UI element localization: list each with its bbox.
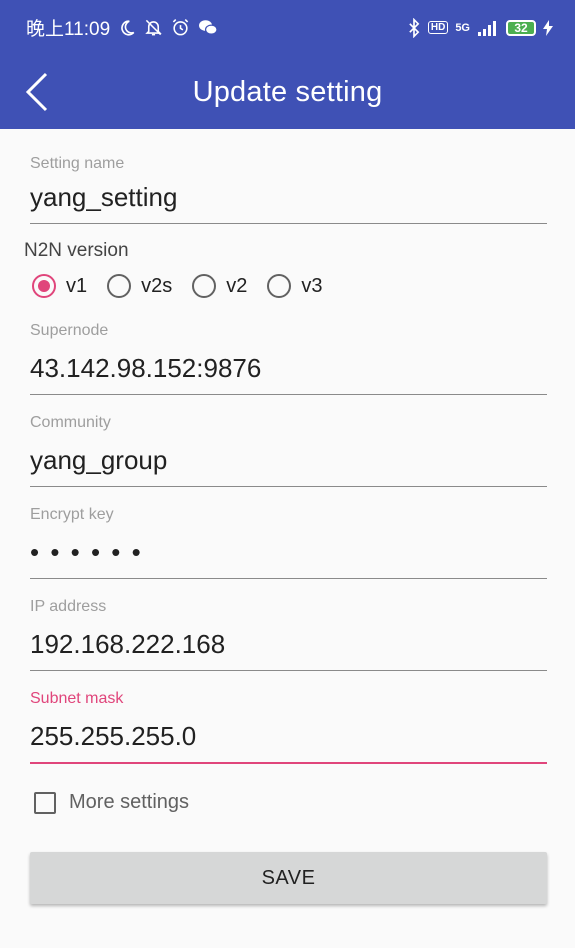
radio-circle-v1 — [32, 274, 56, 298]
setting-name-label: Setting name — [30, 155, 125, 172]
subnet-mask-input[interactable]: 255.255.255.0 — [30, 721, 547, 764]
ip-address-label: IP address — [30, 598, 107, 615]
encrypt-key-input[interactable]: • • • • • • — [30, 537, 547, 579]
status-right: HD 5G 32 — [407, 17, 553, 38]
radio-circle-v3 — [267, 274, 292, 298]
encrypt-key-label: Encrypt key — [30, 506, 114, 523]
n2n-version-label: N2N version — [24, 240, 129, 261]
radio-v2s[interactable]: v2s — [107, 274, 172, 298]
alarm-clock-icon — [171, 18, 190, 37]
community-label: Community — [30, 414, 111, 431]
bluetooth-icon — [407, 17, 421, 38]
radio-circle-v2 — [192, 274, 217, 298]
radio-label-v2s: v2s — [141, 274, 173, 297]
chevron-left-icon — [25, 72, 48, 112]
radio-label-v3: v3 — [301, 274, 323, 297]
ip-address-input[interactable]: 192.168.222.168 — [30, 629, 547, 671]
signal-icon — [477, 20, 499, 36]
n2n-version-radio-group: v1 v2s v2 v3 — [32, 274, 343, 298]
community-field[interactable]: Community yang_group — [30, 414, 547, 487]
radio-circle-v2s — [107, 274, 132, 298]
setting-name-input[interactable]: yang_setting — [30, 182, 547, 224]
community-input[interactable]: yang_group — [30, 445, 547, 487]
radio-label-v1: v1 — [66, 274, 88, 297]
charging-icon — [543, 19, 553, 36]
status-bar: 晚上11:09 HD 5G 32 — [0, 0, 575, 55]
encrypt-key-field[interactable]: Encrypt key • • • • • • — [30, 506, 547, 579]
status-left: 晚上11:09 — [26, 14, 218, 41]
radio-v2[interactable]: v2 — [192, 274, 247, 298]
hd-badge: HD — [427, 21, 449, 34]
radio-v3[interactable]: v3 — [267, 274, 323, 298]
subnet-mask-label: Subnet mask — [30, 690, 124, 707]
more-settings-row[interactable]: More settings — [34, 791, 189, 814]
bell-off-icon — [144, 18, 163, 37]
app-bar: Update setting — [0, 55, 575, 129]
status-time: 晚上11:09 — [26, 19, 111, 40]
setting-name-field[interactable]: Setting name yang_setting — [30, 155, 547, 224]
supernode-input[interactable]: 43.142.98.152:9876 — [30, 353, 547, 395]
subnet-mask-field[interactable]: Subnet mask 255.255.255.0 — [30, 690, 547, 764]
moon-icon — [118, 19, 136, 37]
radio-label-v2: v2 — [226, 274, 248, 297]
supernode-field[interactable]: Supernode 43.142.98.152:9876 — [30, 322, 547, 395]
more-settings-checkbox[interactable] — [34, 791, 56, 814]
back-button[interactable] — [14, 69, 60, 115]
network-type: 5G — [455, 21, 470, 34]
battery-icon: 32 — [506, 19, 536, 36]
radio-v1[interactable]: v1 — [32, 274, 87, 298]
wechat-icon — [198, 19, 218, 37]
ip-address-field[interactable]: IP address 192.168.222.168 — [30, 598, 547, 671]
radio-dot-v1 — [38, 280, 50, 292]
more-settings-label: More settings — [69, 791, 190, 813]
page-title: Update setting — [192, 75, 383, 108]
supernode-label: Supernode — [30, 322, 109, 339]
save-button[interactable]: SAVE — [30, 852, 547, 904]
